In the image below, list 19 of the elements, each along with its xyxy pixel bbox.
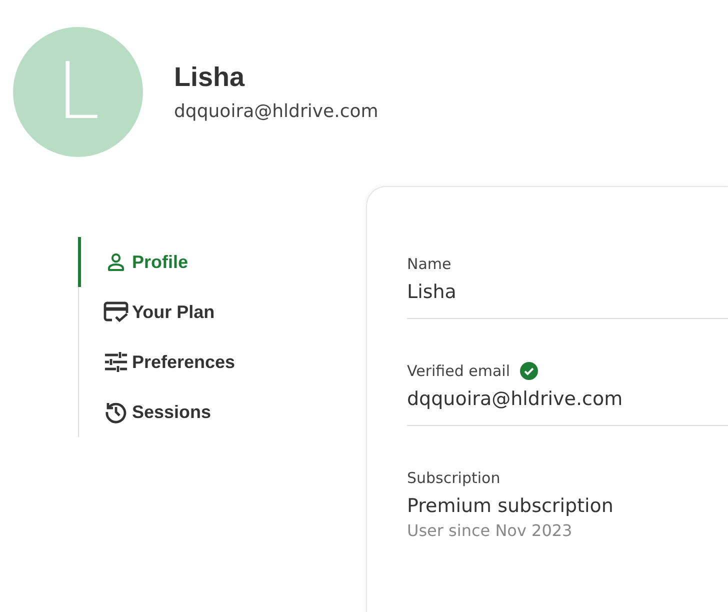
check-icon [520, 362, 538, 380]
nav-tab[interactable]: Sessions [78, 387, 212, 437]
person-icon [106, 252, 126, 272]
field-value: dqquoira@hldrive.com [407, 388, 624, 410]
user-email: dqquoira@hldrive.com [174, 101, 378, 122]
nav-tab[interactable]: Profile [78, 237, 188, 287]
avatar: L [13, 27, 143, 157]
history-icon [104, 400, 128, 424]
nav-tab[interactable]: Your Plan [78, 287, 215, 337]
field-label: Name [407, 255, 452, 273]
field-label: Subscription [407, 469, 500, 487]
nav-tab[interactable]: Preferences [78, 337, 236, 387]
sliders-icon [104, 351, 128, 373]
field-note: User since Nov 2023 [407, 521, 574, 540]
field-value: Lisha [407, 281, 458, 303]
user-name: Lisha [174, 62, 246, 93]
field-label: Verified email [407, 362, 510, 380]
field-value: Premium subscription [407, 495, 614, 517]
card-check-icon [103, 301, 129, 323]
